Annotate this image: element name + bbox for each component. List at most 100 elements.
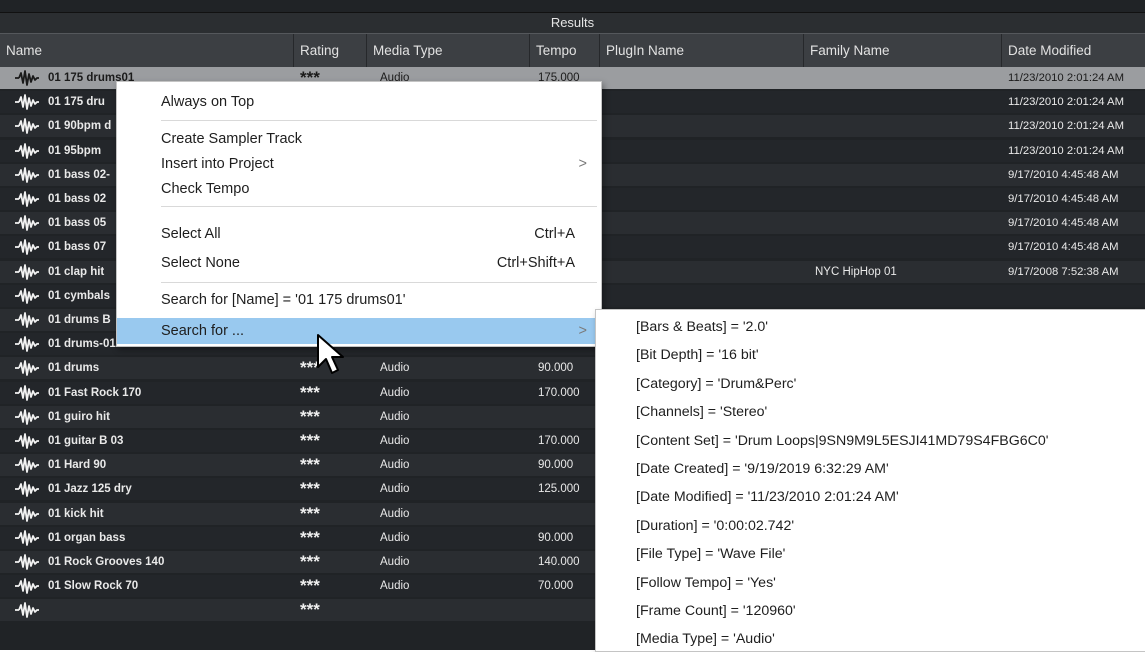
row-date-modified: 9/17/2010 4:45:48 AM — [1008, 193, 1119, 205]
row-tempo: 170.000 — [538, 435, 580, 447]
audio-waveform-icon — [14, 408, 40, 425]
submenu-item[interactable]: [Frame Count] = '120960' — [636, 598, 796, 624]
menu-item-search-for-name[interactable]: Search for [Name] = '01 175 drums01' — [117, 288, 601, 312]
menu-item-search-for[interactable]: Search for ... > — [117, 318, 601, 344]
submenu-item[interactable]: [Follow Tempo] = 'Yes' — [636, 570, 776, 596]
row-media-type: Audio — [380, 556, 410, 568]
row-date-modified — [1008, 285, 1145, 307]
menu-item-insert-into-project[interactable]: Insert into Project > — [117, 152, 601, 176]
row-family-name — [815, 212, 1005, 234]
row-name: 01 Hard 90 — [48, 459, 107, 472]
row-name: 01 organ bass — [48, 531, 126, 544]
row-tempo: 125.000 — [538, 483, 580, 496]
audio-waveform-icon — [14, 312, 40, 328]
row-name: 01 kick hit — [48, 507, 104, 520]
menu-item-select-none[interactable]: Select None Ctrl+Shift+A — [117, 251, 601, 275]
audio-waveform-icon — [14, 215, 40, 232]
submenu-item[interactable]: [Date Modified] = '11/23/2010 2:01:24 AM… — [636, 484, 899, 510]
row-name: 01 guiro hit — [48, 410, 110, 423]
row-tempo: 90.000 — [538, 531, 574, 544]
row-family-name — [815, 164, 1005, 186]
menu-item-label: Always on Top — [161, 94, 255, 110]
row-rating: *** — [300, 479, 320, 499]
row-family-name — [815, 236, 1005, 258]
row-date-modified: 9/17/2008 7:52:38 AM — [1008, 265, 1119, 278]
row-media-type: Audio — [380, 410, 410, 423]
submenu-item[interactable]: [Category] = 'Drum&Perc' — [636, 371, 796, 397]
row-rating: *** — [300, 576, 320, 596]
menu-item-label: Create Sampler Track — [161, 131, 303, 147]
row-media-type: Audio — [380, 580, 410, 593]
menu-separator — [161, 206, 597, 207]
row-rating: *** — [300, 406, 320, 426]
menu-item-create-sampler-track[interactable]: Create Sampler Track — [117, 127, 601, 151]
row-tempo: 140.000 — [538, 556, 580, 568]
submenu-item[interactable]: [Content Set] = 'Drum Loops|9SN9M9L5ESJI… — [636, 428, 1048, 454]
row-tempo: 70.000 — [538, 580, 574, 593]
row-tempo: 90.000 — [538, 362, 574, 375]
menu-separator — [161, 282, 597, 283]
submenu-item[interactable]: [Channels] = 'Stereo' — [636, 399, 767, 425]
column-header-plugin-name[interactable]: PlugIn Name — [600, 34, 804, 67]
row-name: 01 Rock Grooves 140 — [48, 556, 165, 568]
row-family-name: NYC HipHop 01 — [815, 265, 897, 278]
audio-waveform-icon — [14, 336, 40, 353]
context-menu: Always on Top Create Sampler Track Inser… — [116, 81, 602, 347]
column-header-name[interactable]: Name — [0, 34, 294, 67]
row-date-modified: 9/17/2010 4:45:48 AM — [1008, 241, 1119, 254]
row-rating: *** — [300, 455, 320, 475]
row-media-type: Audio — [380, 362, 410, 375]
chevron-right-icon: > — [578, 323, 587, 339]
mouse-pointer-icon — [317, 334, 344, 374]
row-rating: *** — [300, 600, 320, 620]
row-media-type: Audio — [380, 483, 410, 496]
audio-waveform-icon — [14, 457, 40, 474]
audio-waveform-icon — [14, 142, 40, 159]
row-family-name — [815, 67, 1005, 89]
chevron-right-icon: > — [578, 156, 587, 172]
menu-item-check-tempo[interactable]: Check Tempo — [117, 177, 601, 201]
audio-waveform-icon — [14, 287, 40, 304]
column-header-media-type[interactable]: Media Type — [367, 34, 530, 67]
row-tempo: 170.000 — [538, 386, 580, 399]
row-tempo — [538, 599, 600, 621]
shortcut-label: Ctrl+Shift+A — [496, 255, 575, 271]
row-date-modified: 9/17/2010 4:45:48 AM — [1008, 168, 1119, 181]
column-header-date-modified[interactable]: Date Modified — [1002, 34, 1145, 67]
row-tempo — [538, 503, 600, 525]
row-date-modified: 11/23/2010 2:01:24 AM — [1008, 96, 1124, 109]
column-header-rating[interactable]: Rating — [294, 34, 367, 67]
menu-item-label: Search for [Name] = '01 175 drums01' — [161, 292, 406, 308]
row-name: 01 Fast Rock 170 — [48, 386, 142, 399]
row-media-type: Audio — [380, 531, 410, 544]
audio-waveform-icon — [14, 118, 40, 135]
menu-item-label: Select None — [161, 255, 240, 271]
submenu-item[interactable]: [Duration] = '0:00:02.742' — [636, 513, 794, 539]
submenu-item[interactable]: [Media Type] = 'Audio' — [636, 626, 775, 651]
search-for-submenu: [Bars & Beats] = '2.0' [Bit Depth] = '16 … — [595, 309, 1145, 652]
submenu-item[interactable]: [File Type] = 'Wave File' — [636, 541, 785, 567]
submenu-item[interactable]: [Date Created] = '9/19/2019 6:32:29 AM' — [636, 456, 889, 482]
menu-item-label: Search for ... — [161, 323, 245, 339]
row-family-name — [815, 285, 1005, 307]
audio-waveform-icon — [14, 360, 40, 377]
submenu-item[interactable]: [Bars & Beats] = '2.0' — [636, 314, 768, 340]
menu-item-always-on-top[interactable]: Always on Top — [117, 90, 601, 114]
row-media-type: Audio — [380, 386, 410, 399]
row-name: 01 guitar B 03 — [48, 435, 124, 447]
row-date-modified: 9/17/2010 4:45:48 AM — [1008, 217, 1119, 230]
row-rating: *** — [300, 552, 320, 571]
column-header-tempo[interactable]: Tempo — [530, 34, 600, 67]
column-header-family-name[interactable]: Family Name — [804, 34, 1002, 67]
menu-item-label: Check Tempo — [161, 181, 250, 197]
menu-item-select-all[interactable]: Select All Ctrl+A — [117, 222, 601, 246]
menu-separator — [161, 120, 597, 121]
row-name: 01 Jazz 125 dry — [48, 483, 132, 496]
row-media-type: Audio — [380, 459, 410, 472]
audio-waveform-icon — [14, 191, 40, 207]
submenu-item[interactable]: [Bit Depth] = '16 bit' — [636, 342, 759, 368]
audio-waveform-icon — [14, 166, 40, 183]
row-date-modified: 11/23/2010 2:01:24 AM — [1008, 144, 1124, 157]
row-rating: *** — [300, 382, 320, 402]
row-family-name — [815, 115, 1005, 137]
